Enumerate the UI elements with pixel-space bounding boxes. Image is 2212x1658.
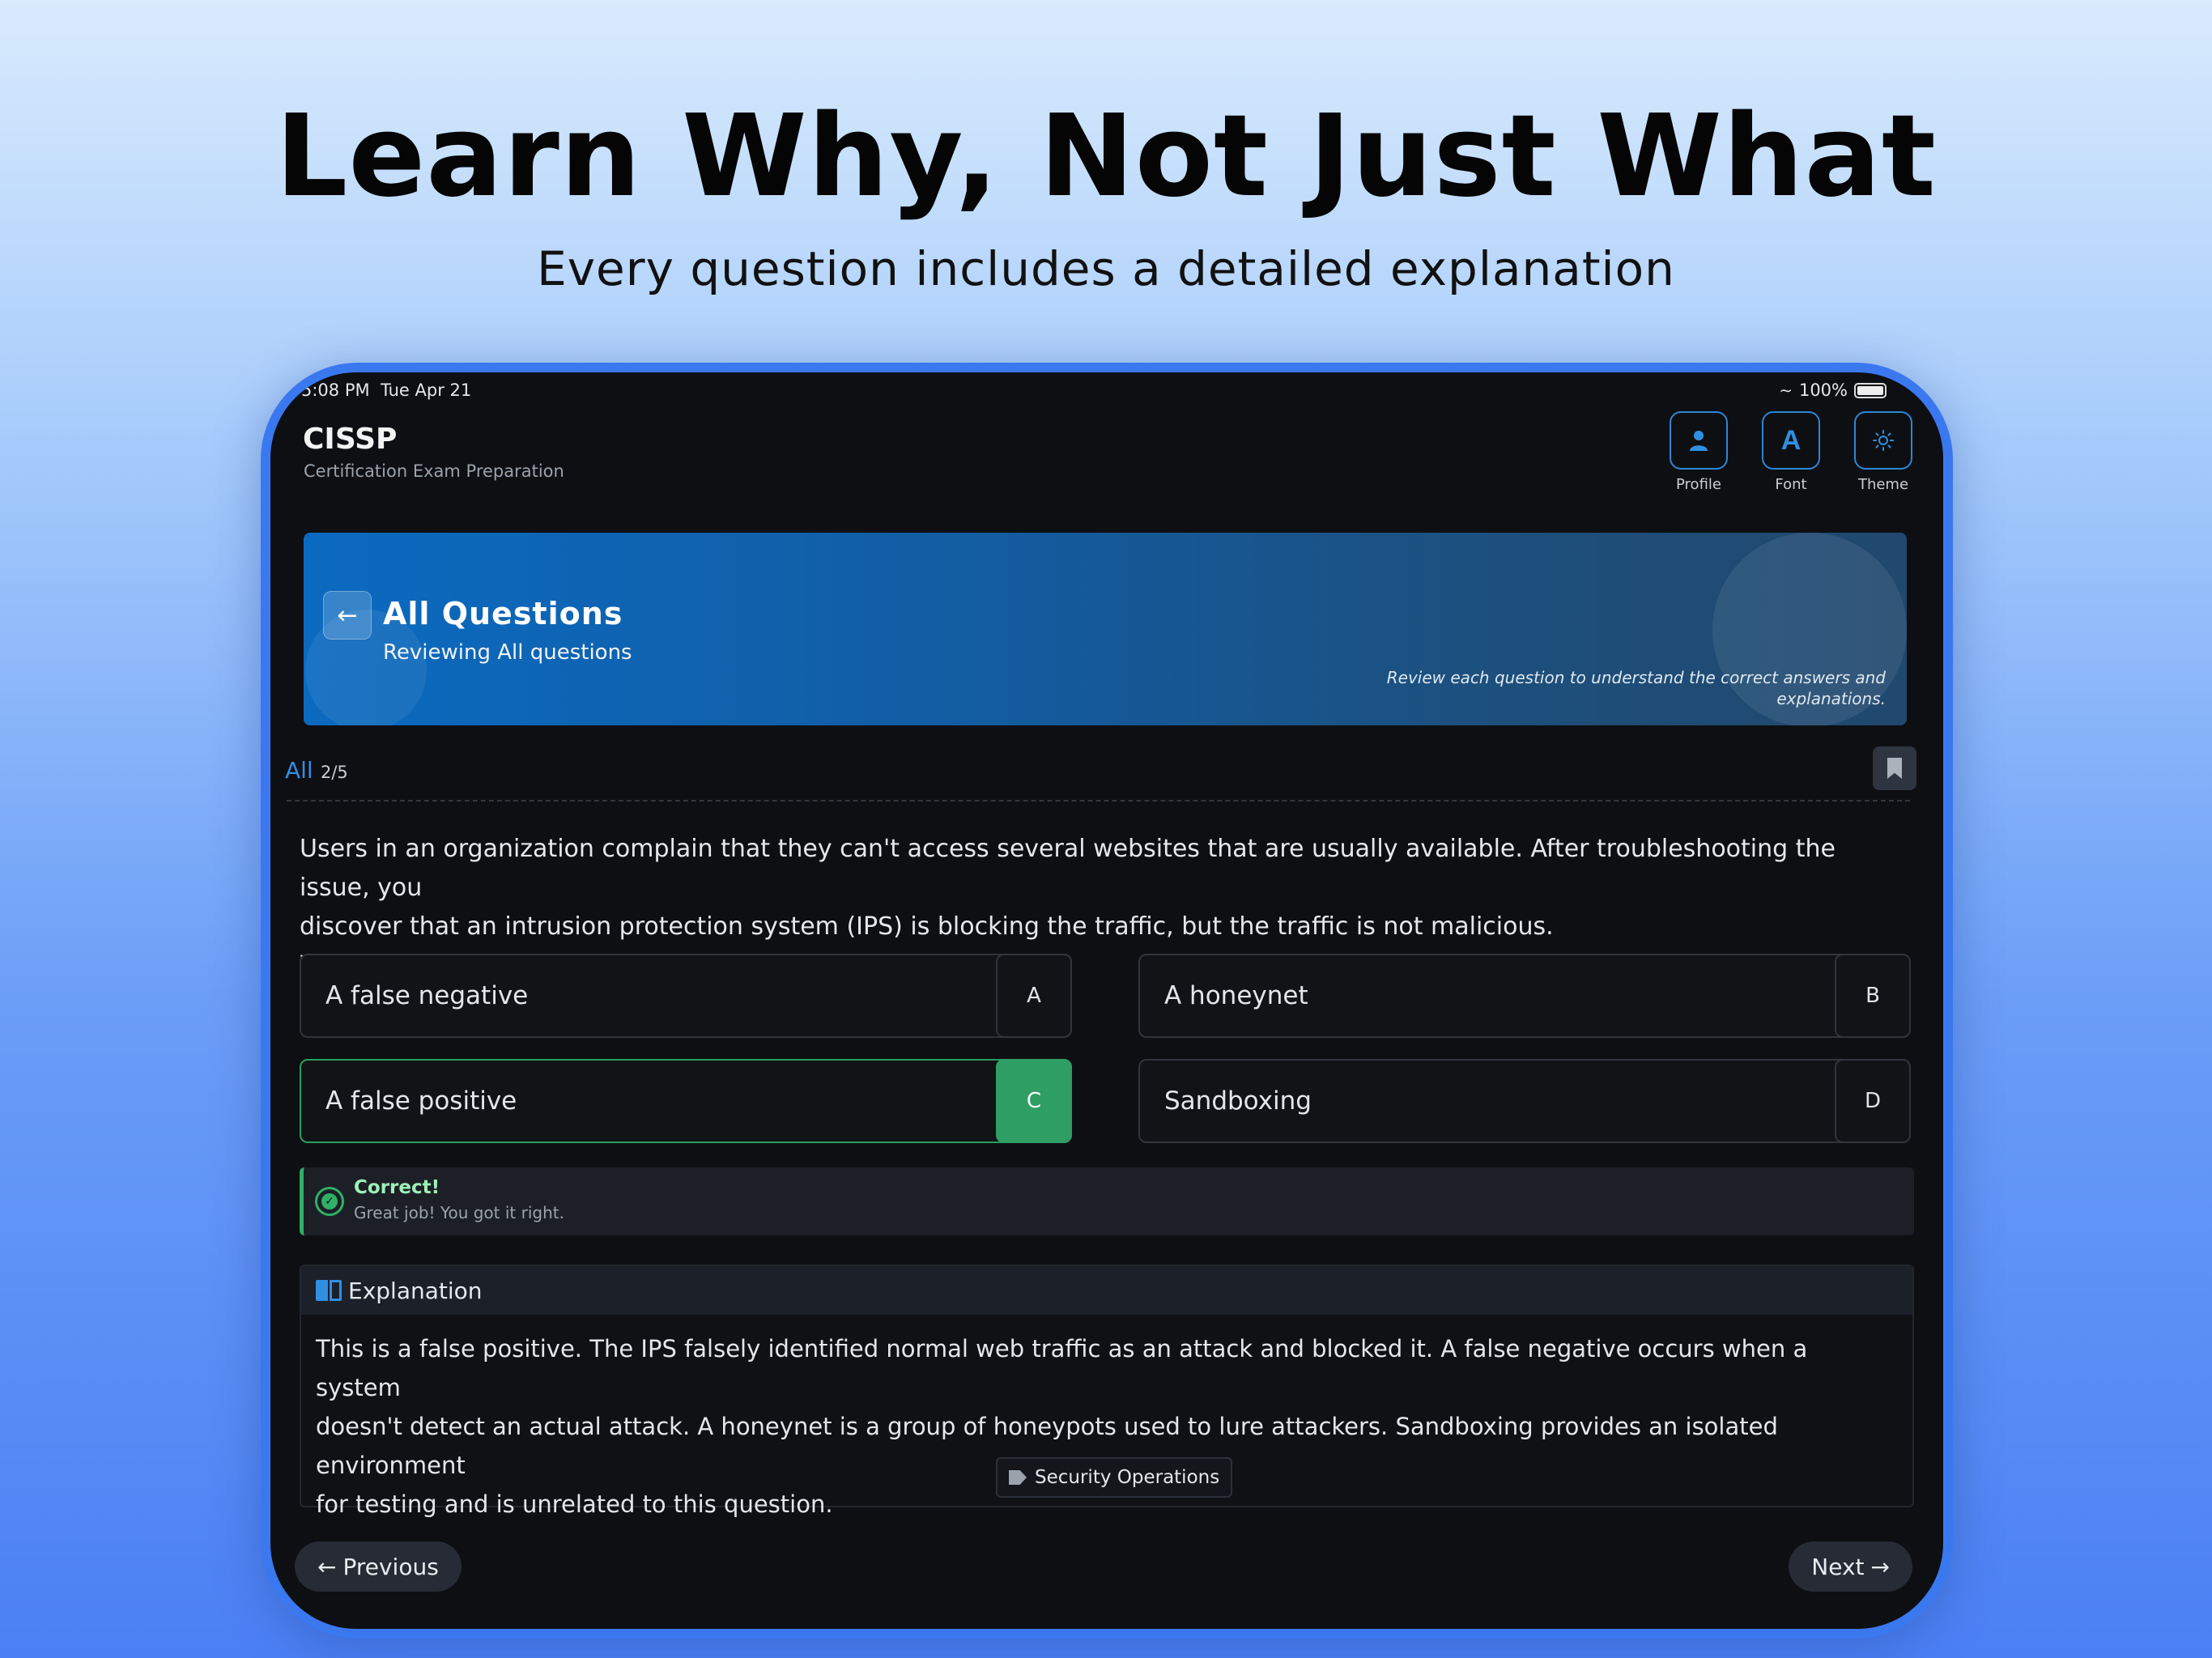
category-tag: Security Operations (996, 1457, 1233, 1498)
option-text: A honeynet (1164, 981, 1308, 1010)
theme-button[interactable]: Theme (1839, 411, 1928, 493)
next-label: Next (1811, 1553, 1865, 1580)
option-letter: B (1835, 954, 1911, 1038)
arrow-right-icon: → (1870, 1553, 1890, 1580)
arrow-left-icon: ← (317, 1553, 337, 1580)
question-counter: 2/5 (321, 763, 348, 782)
next-button[interactable]: Next → (1789, 1541, 1912, 1592)
tablet-screen: 5:08 PM Tue Apr 21 ∼ 100% CISSP Certific… (270, 372, 1943, 1629)
option-text: A false positive (325, 1086, 517, 1116)
option-b[interactable]: A honeynet B (1138, 954, 1911, 1038)
option-letter: C (996, 1059, 1072, 1143)
option-a[interactable]: A false negative A (300, 954, 1072, 1038)
profile-button[interactable]: Profile (1654, 411, 1743, 493)
previous-button[interactable]: ← Previous (295, 1541, 462, 1592)
option-c[interactable]: A false positive C (300, 1059, 1072, 1143)
option-text: Sandboxing (1164, 1086, 1312, 1116)
wifi-icon: ∼ (1779, 380, 1793, 400)
answer-feedback: ✓ Correct! Great job! You got it right. (300, 1167, 1914, 1235)
divider (287, 800, 1910, 801)
bookmark-button[interactable] (1873, 746, 1916, 790)
category-tag-label: Security Operations (1035, 1467, 1220, 1488)
question-line: discover that an intrusion protection sy… (300, 912, 1554, 941)
filter-label[interactable]: All (285, 757, 313, 784)
battery-icon (1854, 382, 1887, 398)
hero-subtitle: Every question includes a detailed expla… (537, 241, 1675, 296)
option-letter: D (1835, 1059, 1911, 1143)
banner-note: Review each question to understand the c… (1386, 668, 1886, 708)
option-d[interactable]: Sandboxing D (1138, 1059, 1911, 1143)
hero-title: Learn Why, Not Just What (275, 91, 1937, 223)
battery-percent: 100% (1798, 380, 1848, 400)
banner-subtitle: Reviewing All questions (383, 640, 632, 665)
theme-label: Theme (1857, 476, 1909, 493)
arrow-left-icon: ← (337, 601, 358, 630)
category-banner: ← All Questions Reviewing All questions … (304, 533, 1907, 725)
app-subtitle: Certification Exam Preparation (304, 461, 564, 481)
tag-icon (1009, 1470, 1027, 1485)
explanation-line: This is a false positive. The IPS falsel… (316, 1335, 1808, 1401)
font-button[interactable]: A Font (1746, 411, 1836, 493)
banner-title: All Questions (383, 596, 623, 631)
explanation-label: Explanation (348, 1278, 483, 1304)
explanation-panel: Explanation This is a false positive. Th… (300, 1265, 1914, 1518)
question-line: Users in an organization complain that t… (300, 835, 1836, 902)
sun-icon (1873, 430, 1894, 451)
feedback-title: Correct! (354, 1177, 440, 1198)
explanation-header: Explanation (301, 1266, 1912, 1315)
check-circle-icon: ✓ (315, 1187, 344, 1216)
person-icon (1690, 431, 1708, 451)
bookmark-icon (1887, 758, 1902, 779)
option-letter: A (996, 954, 1072, 1038)
font-label: Font (1775, 476, 1807, 493)
book-icon (316, 1280, 342, 1301)
profile-label: Profile (1676, 476, 1721, 493)
option-text: A false negative (325, 981, 529, 1010)
status-time: 5:08 PM Tue Apr 21 (301, 380, 472, 400)
app-title: CISSP (303, 423, 398, 456)
previous-label: Previous (342, 1553, 439, 1580)
feedback-message: Great job! You got it right. (354, 1203, 564, 1222)
status-indicators: ∼ 100% (1779, 380, 1887, 400)
font-icon: A (1780, 424, 1802, 456)
back-button[interactable]: ← (323, 591, 372, 640)
